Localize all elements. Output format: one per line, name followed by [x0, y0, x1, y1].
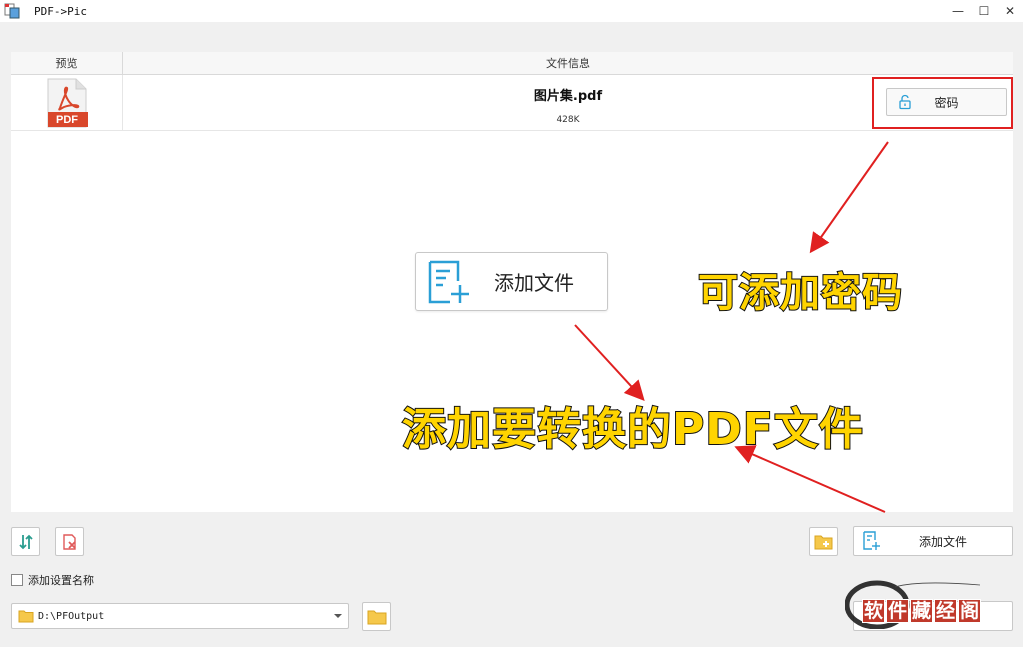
watermark-char: 件: [886, 599, 910, 623]
minimize-button[interactable]: —: [951, 4, 965, 18]
sort-button[interactable]: [11, 527, 40, 556]
app-icon: [4, 3, 20, 19]
annotation-pdf-text: 添加要转换的PDF文件: [401, 403, 864, 456]
password-button[interactable]: 密码: [886, 88, 1007, 116]
pdf-file-icon: PDF: [47, 78, 88, 127]
output-path-value: D:\PFOutput: [38, 610, 105, 622]
annotation-password-text: 可添加密码: [697, 269, 903, 317]
column-header-file-info: 文件信息: [546, 57, 590, 70]
center-add-file-button[interactable]: 添加文件: [415, 252, 608, 311]
browse-folder-button[interactable]: [362, 602, 391, 631]
add-settings-name-label: 添加设置名称: [28, 574, 94, 587]
add-settings-name-checkbox[interactable]: [11, 574, 23, 586]
pdf-thumb-label: PDF: [56, 114, 78, 126]
file-thumbnail: PDF: [11, 75, 123, 130]
close-button[interactable]: ✕: [1003, 4, 1017, 18]
folder-icon: [18, 610, 34, 623]
window-title: PDF->Pic: [34, 4, 87, 18]
watermark-char: 经: [934, 599, 958, 623]
add-settings-name-option[interactable]: 添加设置名称: [11, 572, 94, 588]
delete-file-icon: [62, 533, 76, 550]
chevron-down-icon: [334, 614, 342, 618]
add-folder-icon: [814, 535, 832, 549]
sort-arrows-icon: [18, 534, 33, 549]
table-row[interactable]: PDF 图片集.pdf 428K 密码: [11, 75, 1013, 131]
maximize-button[interactable]: ☐: [977, 4, 991, 18]
center-add-file-label: 添加文件: [494, 271, 574, 295]
toolbar-add-file-button[interactable]: 添加文件: [853, 526, 1013, 556]
watermark-text: 软件藏经阁: [862, 596, 982, 623]
table-header: 预览 文件信息: [11, 52, 1013, 75]
watermark-char: 藏: [910, 599, 934, 623]
add-file-icon: [428, 260, 469, 303]
column-header-preview: 预览: [11, 52, 123, 74]
watermark-char: 阁: [958, 599, 982, 623]
toolbar-add-file-label: 添加文件: [918, 534, 967, 549]
watermark-char: 软: [862, 599, 886, 623]
password-button-label: 密码: [934, 95, 959, 110]
output-path-select[interactable]: D:\PFOutput: [11, 603, 349, 629]
delete-file-button[interactable]: [55, 527, 84, 556]
folder-open-icon: [367, 610, 386, 624]
title-bar: PDF->Pic — ☐ ✕: [0, 0, 1023, 22]
add-folder-button[interactable]: [809, 527, 838, 556]
